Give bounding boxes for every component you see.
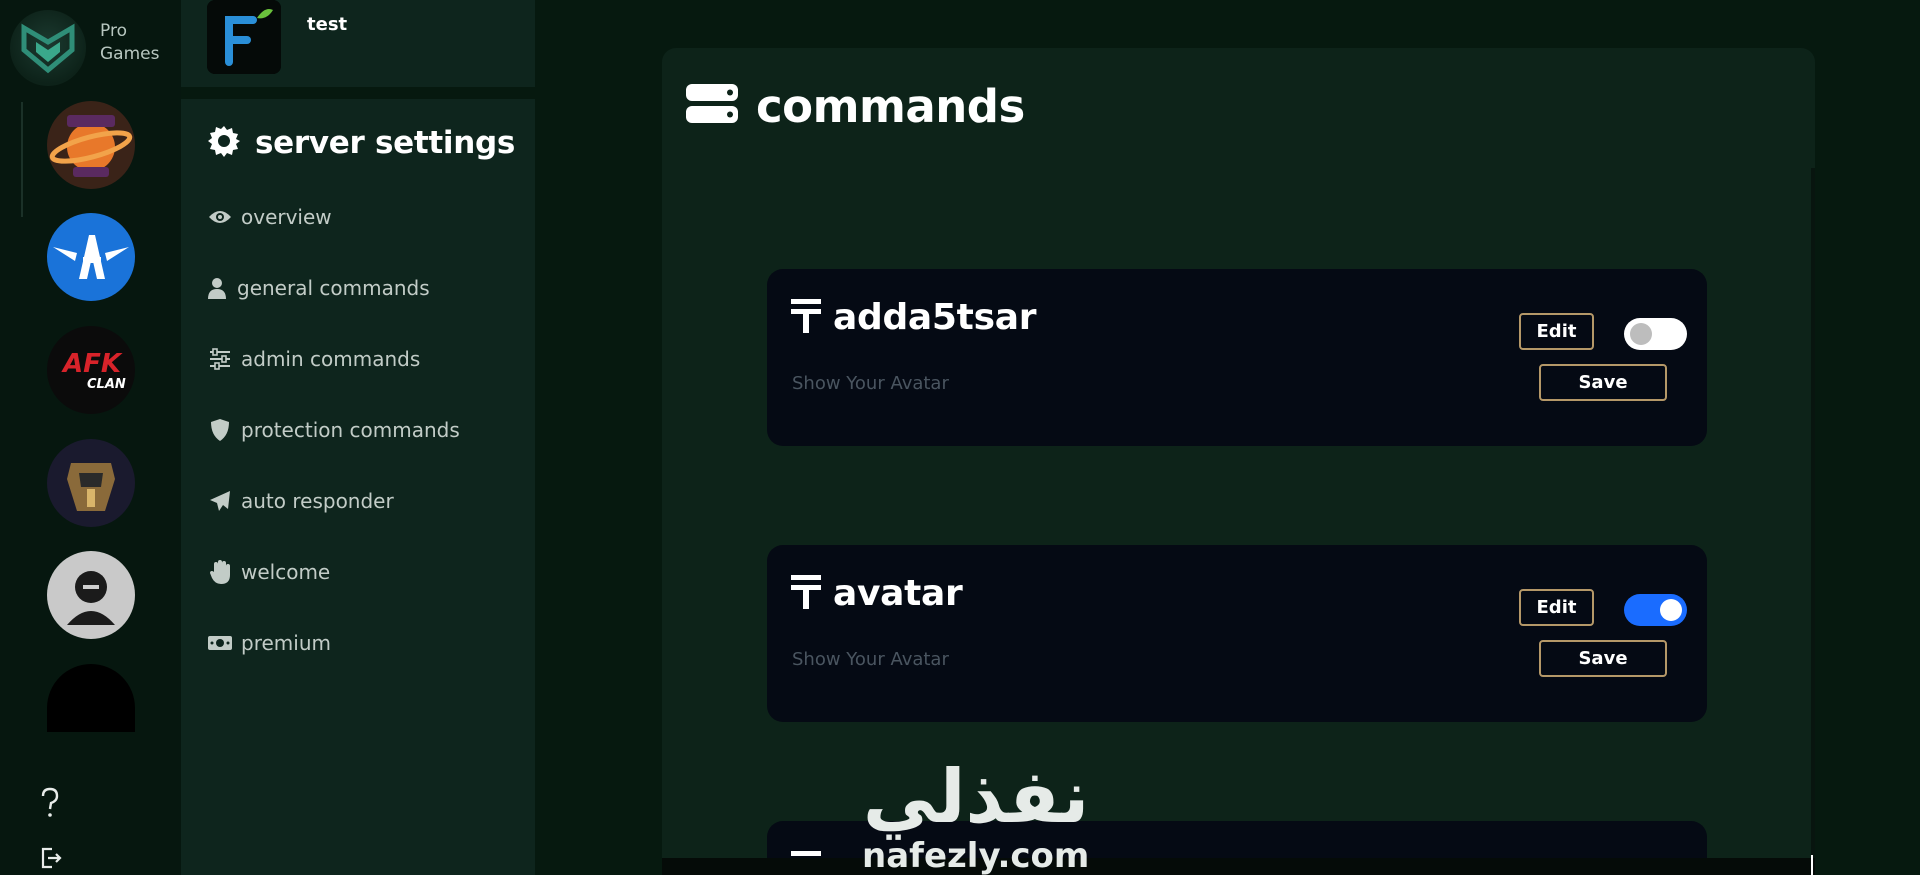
command-name-text: avatar [833, 573, 963, 614]
toggle-knob [1630, 323, 1652, 345]
sliders-icon [207, 346, 233, 372]
nav-label: overview [241, 205, 332, 229]
server-avatar[interactable] [207, 0, 281, 74]
nav-label: general commands [237, 276, 430, 300]
settings-title: server settings [207, 123, 515, 163]
hand-icon [207, 559, 233, 585]
page-title-text: commands [756, 79, 1025, 133]
logout-icon[interactable] [38, 845, 64, 875]
server-name: test [307, 14, 348, 35]
server-black[interactable] [47, 664, 135, 732]
command-icon [791, 851, 821, 856]
text-cursor [1811, 855, 1813, 875]
brand-name: Pro Games [100, 20, 159, 66]
nav-overview[interactable]: overview [207, 202, 332, 232]
edit-button[interactable]: Edit [1519, 313, 1594, 350]
question-icon[interactable] [38, 786, 62, 824]
money-icon [207, 630, 233, 656]
server-header: test [181, 0, 535, 87]
command-card: avatar Show Your Avatar Edit Save [767, 545, 1707, 722]
svg-text:CLAN: CLAN [87, 377, 126, 392]
command-card: adda5tsar Show Your Avatar Edit Save [767, 269, 1707, 446]
nav-label: protection commands [241, 418, 460, 442]
commands-panel: commands adda5tsar Show Your Avatar Edit… [662, 48, 1815, 875]
save-button[interactable]: Save [1539, 364, 1667, 401]
server-stack-icon [686, 84, 738, 128]
rail-divider [21, 102, 23, 217]
brand-line2: Games [100, 44, 160, 64]
server-rail: Pro Games AFK CLAN [0, 0, 181, 875]
paper-plane-icon [207, 488, 233, 514]
page-title: commands [686, 78, 1025, 134]
save-button[interactable]: Save [1539, 640, 1667, 677]
eye-icon [207, 204, 233, 230]
nav-protection-commands[interactable]: protection commands [207, 415, 460, 445]
watermark-arabic: نفذلي [862, 754, 1090, 840]
server-afk-clan[interactable]: AFK CLAN [47, 326, 135, 414]
server-knight[interactable] [47, 439, 135, 527]
nav-welcome[interactable]: welcome [207, 557, 330, 587]
nav-label: admin commands [241, 347, 421, 371]
nav-premium[interactable]: premium [207, 628, 331, 658]
brand[interactable]: Pro Games [10, 10, 180, 90]
brand-logo [10, 10, 86, 86]
nav-auto-responder[interactable]: auto responder [207, 486, 394, 516]
command-description: Show Your Avatar [792, 649, 949, 670]
nav-admin-commands[interactable]: admin commands [207, 344, 420, 374]
watermark-latin: nafezly.com [862, 836, 1090, 875]
server-a-wings[interactable] [47, 213, 135, 301]
nav-general-commands[interactable]: general commands [207, 273, 430, 303]
command-icon [791, 574, 821, 613]
nav-label: premium [241, 631, 331, 655]
enable-toggle[interactable] [1624, 318, 1687, 350]
watermark: نفذلي nafezly.com [852, 760, 1089, 875]
brand-line1: Pro [100, 21, 127, 41]
settings-title-text: server settings [255, 125, 516, 161]
server-royal-planet[interactable] [47, 101, 135, 189]
command-name: adda5tsar [791, 297, 1036, 338]
enable-toggle[interactable] [1624, 594, 1687, 626]
bottom-strip [662, 858, 1815, 875]
toggle-knob [1660, 599, 1682, 621]
shield-icon [207, 417, 233, 443]
nav-label: welcome [241, 560, 331, 584]
settings-panel: server settings overview general command… [181, 99, 535, 875]
settings-column: test server settings overview general co… [181, 0, 535, 875]
command-icon [791, 298, 821, 337]
user-icon [207, 275, 227, 301]
svg-text:AFK: AFK [61, 349, 123, 379]
server-unknown-clan[interactable] [47, 551, 135, 639]
edit-button[interactable]: Edit [1519, 589, 1594, 626]
command-name-text: adda5tsar [833, 297, 1037, 338]
gear-icon [207, 124, 241, 162]
command-description: Show Your Avatar [792, 373, 949, 394]
panel-edge [1811, 168, 1815, 875]
command-name: avatar [791, 573, 963, 614]
nav-label: auto responder [241, 489, 394, 513]
